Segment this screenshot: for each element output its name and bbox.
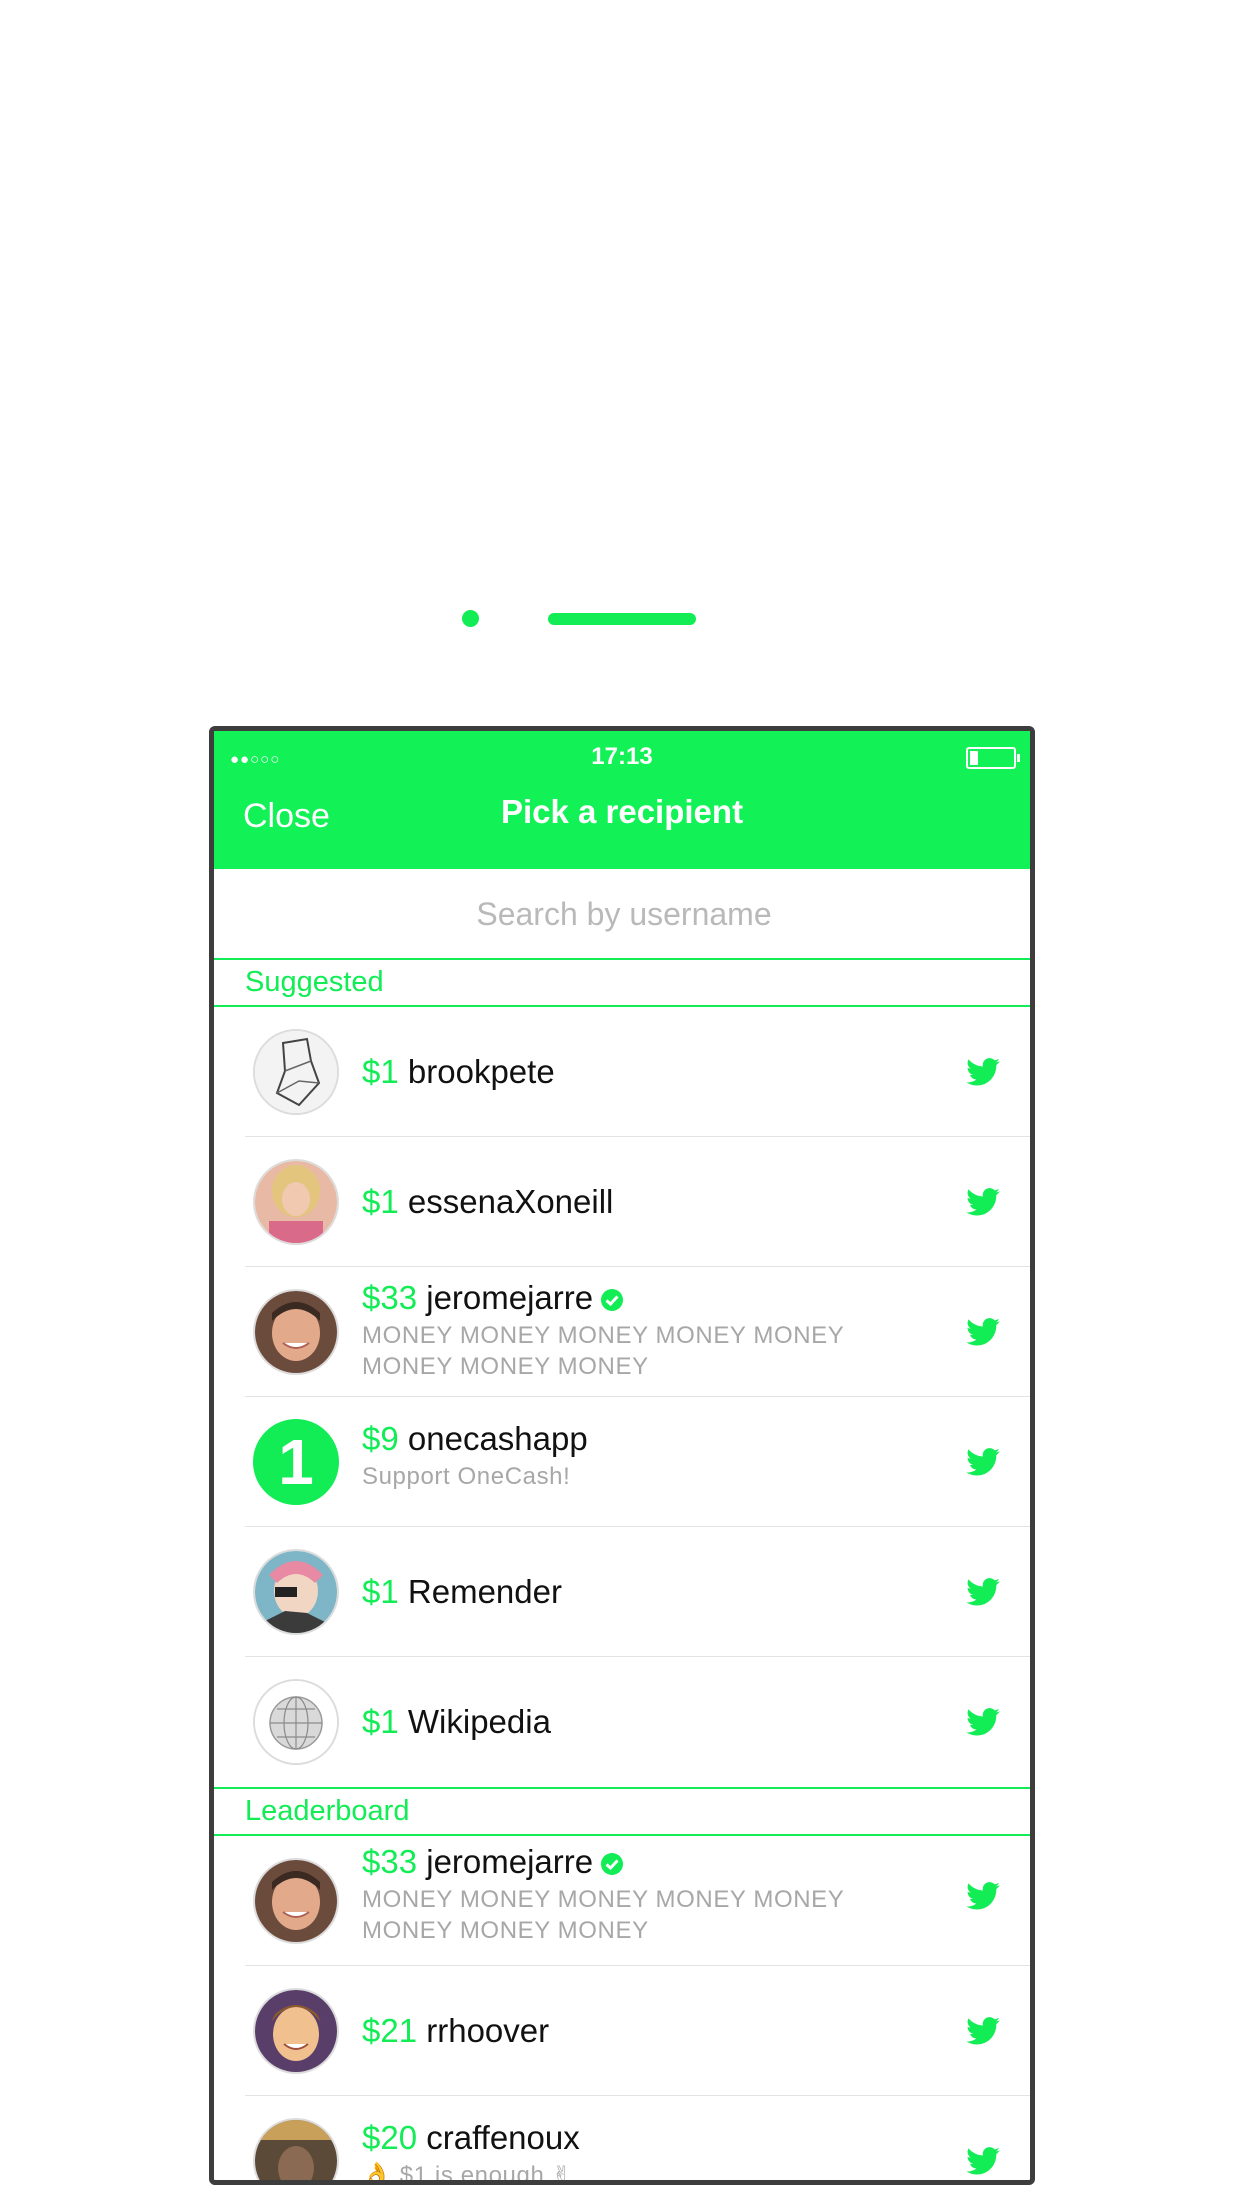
row-text: $33 jeromejarre MONEY MONEY MONEY MONEY … — [362, 1842, 922, 1946]
amount: $1 — [362, 1183, 399, 1220]
avatar — [253, 2118, 339, 2180]
amount: $21 — [362, 2012, 418, 2049]
recipient-row[interactable]: $1 Remender — [214, 1527, 1030, 1657]
twitter-bird-icon[interactable] — [966, 2147, 1000, 2175]
wikipedia-globe-icon — [253, 1679, 339, 1765]
twitter-bird-icon[interactable] — [966, 1318, 1000, 1346]
subtitle: MONEY MONEY MONEY — [362, 1917, 649, 1944]
row-text: $1 brookpete — [362, 1052, 922, 1092]
row-text: $20 craffenoux 👌 $1 is enough ✌ — [362, 2118, 922, 2185]
twitter-bird-icon[interactable] — [966, 1188, 1000, 1216]
username: essenaXoneill — [407, 1183, 614, 1220]
page-dot-active — [548, 613, 696, 625]
search-bar — [214, 869, 1030, 960]
subtitle: 👌 $1 is enough ✌ — [362, 2162, 573, 2185]
navigation-bar: ●●○○○ 17:13 Close Pick a recipient — [214, 731, 1030, 869]
amount: $20 — [362, 2119, 418, 2156]
username: Wikipedia — [407, 1703, 551, 1740]
twitter-bird-icon[interactable] — [966, 2017, 1000, 2045]
row-text: $1 Wikipedia — [362, 1702, 922, 1742]
row-text: $1 essenaXoneill — [362, 1182, 922, 1222]
page-indicator — [0, 610, 1242, 630]
amount: $9 — [362, 1420, 399, 1457]
username: onecashapp — [407, 1420, 588, 1457]
subtitle: MONEY MONEY MONEY — [362, 1353, 649, 1380]
recipient-row[interactable]: 1 $9 onecashapp Support OneCash! — [214, 1397, 1030, 1527]
verified-check-icon — [601, 1289, 624, 1312]
subtitle: Support OneCash! — [362, 1463, 571, 1490]
status-time: 17:13 — [591, 743, 653, 770]
avatar — [253, 1029, 339, 1115]
username: rrhoover — [426, 2012, 550, 2049]
amount: $1 — [362, 1053, 399, 1090]
username: brookpete — [407, 1053, 555, 1090]
twitter-bird-icon[interactable] — [966, 1448, 1000, 1476]
page-dot-inactive[interactable] — [462, 610, 479, 627]
leaderboard-row[interactable]: $21 rrhoover — [214, 1966, 1030, 2096]
twitter-bird-icon[interactable] — [966, 1708, 1000, 1736]
page-title: Pick a recipient — [500, 793, 744, 830]
phone-frame: ●●○○○ 17:13 Close Pick a recipient Sugge… — [209, 726, 1035, 2185]
username: Remender — [407, 1573, 562, 1610]
amount: $33 — [362, 1843, 418, 1880]
section-header-suggested: Suggested — [214, 960, 1030, 1007]
subtitle: MONEY MONEY MONEY MONEY MONEY — [362, 1322, 845, 1349]
username: jeromejarre — [426, 1843, 594, 1880]
twitter-bird-icon[interactable] — [966, 1882, 1000, 1910]
recipient-row[interactable]: $1 essenaXoneill — [214, 1137, 1030, 1267]
verified-check-icon — [601, 1853, 624, 1876]
section-label: Suggested — [245, 966, 384, 998]
subtitle: MONEY MONEY MONEY MONEY MONEY — [362, 1886, 845, 1913]
amount: $1 — [362, 1703, 399, 1740]
twitter-bird-icon[interactable] — [966, 1058, 1000, 1086]
section-header-leaderboard: Leaderboard — [214, 1787, 1030, 1836]
avatar — [253, 1159, 339, 1245]
avatar — [253, 1988, 339, 2074]
leaderboard-row[interactable]: $33 jeromejarre MONEY MONEY MONEY MONEY … — [214, 1836, 1030, 1966]
username: craffenoux — [426, 2119, 580, 2156]
onecash-logo: 1 — [253, 1419, 339, 1505]
username: jeromejarre — [426, 1279, 594, 1316]
search-input[interactable] — [214, 869, 1030, 960]
avatar — [253, 1289, 339, 1375]
battery-icon — [966, 747, 1020, 769]
amount: $1 — [362, 1573, 399, 1610]
avatar — [253, 1858, 339, 1944]
row-text: $33 jeromejarre MONEY MONEY MONEY MONEY … — [362, 1278, 922, 1382]
recipient-row[interactable]: $1 brookpete — [214, 1007, 1030, 1137]
section-label: Leaderboard — [245, 1795, 410, 1827]
amount: $33 — [362, 1279, 418, 1316]
avatar — [253, 1549, 339, 1635]
recipient-row[interactable]: $33 jeromejarre MONEY MONEY MONEY MONEY … — [214, 1267, 1030, 1397]
leaderboard-row[interactable]: $20 craffenoux 👌 $1 is enough ✌ — [214, 2096, 1030, 2185]
row-text: $21 rrhoover — [362, 2011, 922, 2051]
row-text: $1 Remender — [362, 1572, 922, 1612]
twitter-bird-icon[interactable] — [966, 1578, 1000, 1606]
recipient-row[interactable]: $1 Wikipedia — [214, 1657, 1030, 1787]
row-text: $9 onecashapp Support OneCash! — [362, 1419, 922, 1492]
